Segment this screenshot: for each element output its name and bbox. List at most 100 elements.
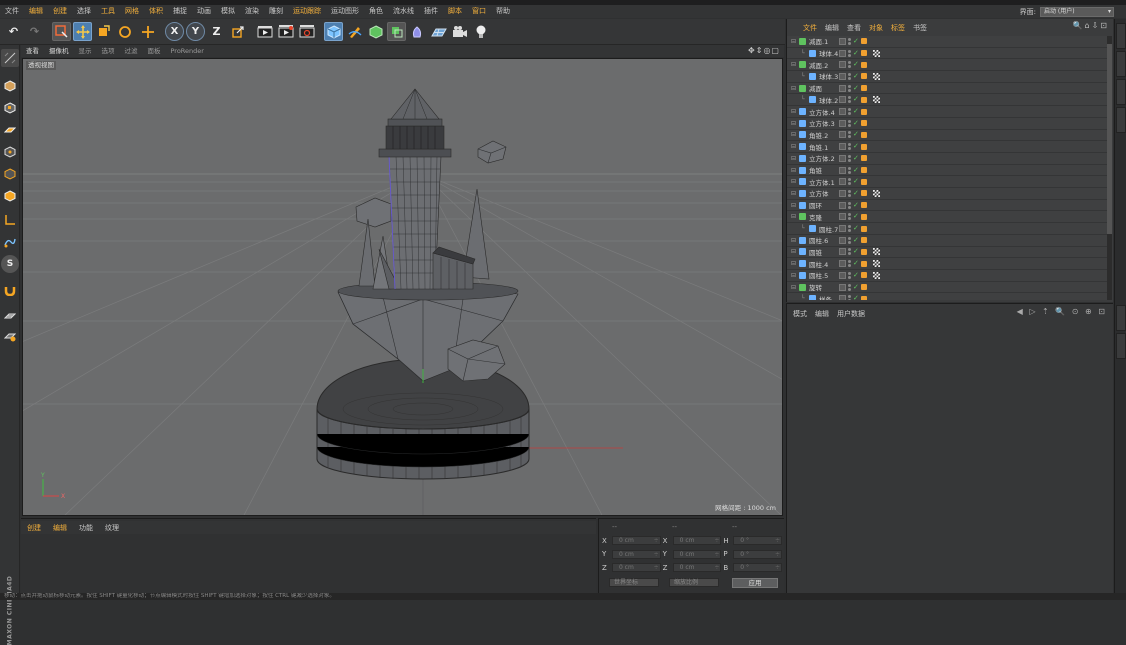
render-visibility-dot[interactable]	[848, 229, 851, 233]
transform-tool-icon[interactable]	[138, 22, 157, 41]
expand-toggle-icon[interactable]: └	[801, 96, 807, 103]
expand-toggle-icon[interactable]: ⊟	[791, 85, 797, 92]
visibility-dots[interactable]	[848, 295, 851, 300]
object-list-scrollbar[interactable]	[1107, 36, 1112, 300]
attribute-manager-nav-icons[interactable]: ◀ ▷ ⇡ 🔍 ⊙ ⊕ ⊡	[1017, 307, 1107, 316]
object-manager-tool-icons[interactable]: 🔍⌂⇩⊡	[1073, 21, 1109, 30]
material-tag-icon[interactable]	[872, 49, 880, 57]
visibility-dots[interactable]	[848, 108, 851, 116]
render-visibility-dot[interactable]	[848, 112, 851, 116]
tag-icon[interactable]	[860, 143, 867, 150]
visibility-dots[interactable]	[848, 119, 851, 127]
menu-item[interactable]: 捕捉	[168, 5, 192, 18]
render-visibility-dot[interactable]	[848, 264, 851, 268]
tag-icon[interactable]	[860, 260, 867, 267]
menu-item[interactable]: 运动图形	[326, 5, 364, 18]
expand-toggle-icon[interactable]: └	[801, 295, 807, 300]
menu-item[interactable]: 插件	[419, 5, 443, 18]
object-row[interactable]: ⊟ 圆柱.4 ✓	[787, 258, 1107, 270]
visibility-dots[interactable]	[848, 131, 851, 139]
object-row[interactable]: ⊟ 角锥 ✓	[787, 165, 1107, 177]
redo-icon[interactable]: ↷	[25, 22, 44, 41]
visibility-dots[interactable]	[848, 213, 851, 221]
enabled-check-icon[interactable]: ✓	[853, 72, 859, 80]
object-manager-menu-item[interactable]: 文件	[799, 23, 821, 33]
object-row[interactable]: ⊟ 立方体.1 ✓	[787, 176, 1107, 189]
material-menu-item[interactable]: 纹理	[99, 523, 125, 533]
coordinate-field[interactable]: 0 cm	[611, 536, 661, 545]
expand-toggle-icon[interactable]: ⊟	[791, 272, 797, 279]
floor-scene-icon[interactable]	[429, 22, 448, 41]
subdivision-surface-icon[interactable]	[366, 22, 385, 41]
enabled-check-icon[interactable]: ✓	[853, 283, 859, 291]
menu-item[interactable]: 模拟	[216, 5, 240, 18]
visibility-dots[interactable]	[848, 260, 851, 268]
editor-visibility-dot[interactable]	[848, 61, 851, 65]
layer-checkbox[interactable]	[839, 201, 846, 209]
menu-item[interactable]: 编辑	[24, 5, 48, 18]
menu-item[interactable]: 窗口	[467, 5, 491, 18]
object-row[interactable]: └ 样条 ✓	[787, 293, 1107, 300]
editor-visibility-dot[interactable]	[848, 271, 851, 275]
material-tag-icon[interactable]	[872, 189, 880, 197]
object-row[interactable]: ⊟ 旋转 ✓	[787, 282, 1107, 294]
enabled-check-icon[interactable]: ✓	[853, 213, 859, 220]
visibility-dots[interactable]	[848, 96, 851, 104]
object-row[interactable]: ⊟ 圆锥 ✓	[787, 247, 1107, 259]
expand-toggle-icon[interactable]: └	[801, 73, 807, 80]
viewport-menu-item[interactable]: 查看	[21, 45, 44, 57]
expand-toggle-icon[interactable]: └	[801, 225, 807, 232]
axis-x-lock[interactable]: X	[165, 22, 184, 41]
expand-toggle-icon[interactable]: ⊟	[791, 248, 797, 255]
expand-toggle-icon[interactable]: ⊟	[791, 155, 797, 162]
object-row[interactable]: ⊟ 减面.2 ✓	[787, 59, 1107, 72]
tag-icon[interactable]	[860, 61, 867, 68]
layout-select[interactable]: 启动 (用户)	[1040, 6, 1114, 17]
menu-item[interactable]: 网格	[120, 5, 144, 18]
tag-icon[interactable]	[860, 96, 867, 103]
deformer-icon[interactable]	[408, 22, 427, 41]
viewport-3d[interactable]: Y X 透视视图 网格间距 : 1000 cm	[22, 58, 783, 516]
layer-checkbox[interactable]	[839, 154, 846, 162]
visibility-dots[interactable]	[848, 49, 851, 57]
side-tab-structure[interactable]	[1116, 79, 1126, 105]
menu-item[interactable]: 脚本	[443, 5, 467, 18]
menu-item[interactable]: 帮助	[491, 5, 515, 18]
texture-mode-icon[interactable]	[1, 99, 19, 117]
side-tab-objects[interactable]	[1116, 23, 1126, 49]
workplane-mode-icon[interactable]	[1, 121, 19, 139]
scrollbar-thumb[interactable]	[1107, 44, 1112, 234]
layer-checkbox[interactable]	[839, 260, 846, 268]
material-tag-icon[interactable]	[872, 248, 880, 256]
menu-item[interactable]: 工具	[96, 5, 120, 18]
visibility-dots[interactable]	[848, 84, 851, 92]
visibility-dots[interactable]	[848, 225, 851, 233]
material-tag-icon[interactable]	[872, 271, 880, 279]
layer-checkbox[interactable]	[839, 119, 846, 127]
tag-icon[interactable]	[860, 178, 867, 185]
editor-visibility-dot[interactable]	[848, 178, 851, 182]
layer-checkbox[interactable]	[839, 225, 846, 233]
enabled-check-icon[interactable]: ✓	[853, 189, 859, 197]
expand-toggle-icon[interactable]: ⊟	[791, 131, 797, 138]
visibility-dots[interactable]	[848, 72, 851, 80]
material-menu-item[interactable]: 创建	[21, 523, 47, 533]
layer-checkbox[interactable]	[839, 189, 846, 197]
expand-toggle-icon[interactable]: ⊟	[791, 190, 797, 197]
workplane-grid-icon[interactable]	[1, 307, 19, 325]
editor-visibility-dot[interactable]	[848, 143, 851, 147]
coordinate-field[interactable]: 0 cm	[611, 563, 661, 572]
material-menu-item[interactable]: 编辑	[47, 523, 73, 533]
render-visibility-dot[interactable]	[848, 182, 851, 186]
render-visibility-dot[interactable]	[848, 299, 851, 300]
render-visibility-dot[interactable]	[848, 217, 851, 221]
attribute-menu-item[interactable]: 用户数据	[833, 309, 869, 319]
enabled-check-icon[interactable]: ✓	[853, 166, 859, 174]
expand-toggle-icon[interactable]: └	[801, 50, 807, 57]
viewport-menu-item[interactable]: 面板	[143, 45, 166, 57]
expand-toggle-icon[interactable]: ⊟	[791, 213, 797, 220]
render-visibility-dot[interactable]	[848, 193, 851, 197]
coordinate-field[interactable]: 0 cm	[672, 536, 722, 545]
layer-checkbox[interactable]	[839, 49, 846, 57]
enabled-check-icon[interactable]: ✓	[853, 225, 859, 232]
